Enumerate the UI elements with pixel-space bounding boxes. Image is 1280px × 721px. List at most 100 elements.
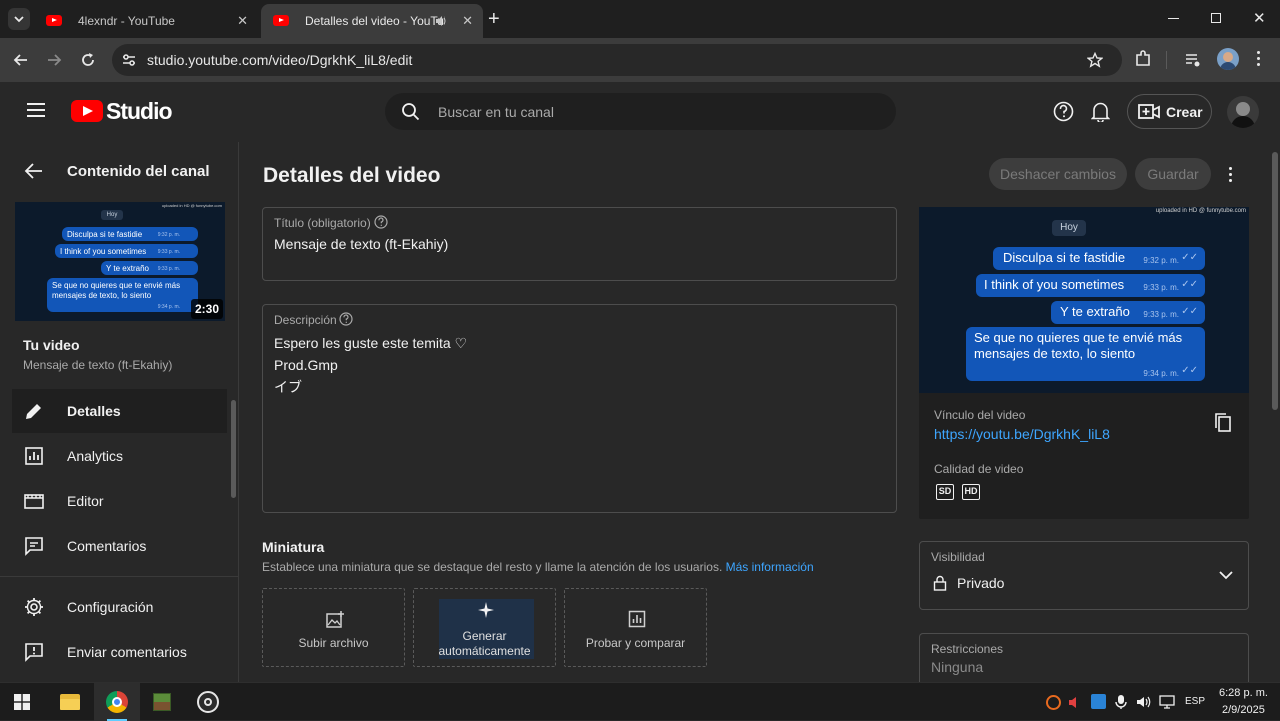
chat-bubble: Y te extraño 9:33 p. m. <box>101 261 198 275</box>
sidebar-video-title: Mensaje de texto (ft-Ekahiy) <box>23 358 173 372</box>
speaker-icon[interactable] <box>435 15 448 27</box>
clock-date[interactable]: 2/9/2025 <box>1222 704 1265 716</box>
analytics-icon <box>25 447 43 465</box>
channel-avatar[interactable] <box>1227 96 1259 128</box>
visibility-dropdown[interactable]: Visibilidad Privado <box>919 541 1249 610</box>
studio-logo-text: Studio <box>106 98 173 124</box>
video-link[interactable]: https://youtu.be/DgrkhK_liL8 <box>934 426 1110 442</box>
more-info-link[interactable]: Más información <box>726 560 814 574</box>
main-scrollbar[interactable] <box>1272 152 1278 410</box>
windows-start-icon[interactable] <box>14 694 30 710</box>
create-button[interactable]: Crear <box>1127 94 1212 129</box>
speaker-muted-icon[interactable] <box>1068 696 1081 709</box>
duration-badge: 2:30 <box>190 299 223 319</box>
close-icon[interactable]: ✕ <box>237 13 248 29</box>
title-input[interactable]: Mensaje de texto (ft-Ekahiy) <box>274 236 448 252</box>
copy-icon[interactable] <box>1214 413 1232 433</box>
more-options-icon[interactable] <box>1229 167 1233 182</box>
video-preview-player[interactable]: uploaded in HD @ funnytube.com Hoy Discu… <box>919 207 1249 393</box>
sidebar-item-enviar-comentarios[interactable]: Enviar comentarios <box>12 630 227 674</box>
youtube-favicon-icon <box>46 15 62 26</box>
help-icon[interactable] <box>1053 101 1074 122</box>
chrome-taskbar-button[interactable] <box>94 683 140 721</box>
new-tab-button[interactable]: + <box>488 8 500 31</box>
sidebar-item-comentarios[interactable]: Comentarios <box>12 524 227 568</box>
auto-generate-option[interactable]: Generar automáticamente <box>413 588 556 667</box>
minecraft-icon[interactable] <box>153 693 171 711</box>
back-arrow-icon[interactable] <box>24 162 44 180</box>
search-input[interactable]: Buscar en tu canal <box>438 104 554 120</box>
browser-tab-studio[interactable]: Detalles del video - YouTub ✕ <box>261 4 483 38</box>
restore-icon[interactable] <box>1211 13 1221 23</box>
browser-tab-youtube[interactable]: 4lexndr - YouTube ✕ <box>34 4 258 38</box>
your-video-label: Tu video <box>23 337 80 353</box>
left-sidebar: Contenido del canal uploaded in HD @ fun… <box>0 142 239 682</box>
reload-icon[interactable] <box>79 51 97 69</box>
undo-changes-button[interactable]: Deshacer cambios <box>989 158 1127 190</box>
language-indicator[interactable]: ESP <box>1185 696 1205 707</box>
channel-search-box[interactable]: Buscar en tu canal <box>385 93 896 130</box>
profile-avatar[interactable] <box>1217 48 1239 70</box>
minimize-icon[interactable] <box>1168 18 1179 19</box>
browser-menu-icon[interactable] <box>1257 51 1261 66</box>
chat-bubble: I think of you sometimes 9:33 p. m. <box>55 244 198 258</box>
pencil-icon <box>26 404 41 419</box>
sidebar-item-analytics[interactable]: Analytics <box>12 434 227 478</box>
description-field[interactable]: Descripción Espero les guste este temita… <box>262 304 897 513</box>
sidebar-divider <box>0 576 239 577</box>
sparkle-icon <box>478 602 494 618</box>
image-upload-icon <box>326 611 344 628</box>
video-quality-label: Calidad de video <box>934 462 1024 476</box>
title-field-label: Título (obligatorio) <box>274 216 371 230</box>
sidebar-scrollbar[interactable] <box>231 400 236 498</box>
tray-app-icon[interactable] <box>1046 695 1061 710</box>
file-explorer-icon[interactable] <box>60 694 80 710</box>
channel-content-title[interactable]: Contenido del canal <box>67 163 210 180</box>
forward-arrow-icon[interactable] <box>45 51 63 69</box>
close-icon[interactable]: ✕ <box>462 13 473 29</box>
address-bar[interactable]: studio.youtube.com/video/DgrkhK_liL8/edi… <box>112 44 1122 76</box>
auto-generate-label: automáticamente <box>438 644 531 658</box>
sd-badge: SD <box>936 484 954 500</box>
tab-search-button[interactable] <box>8 8 30 30</box>
browser-toolbar: studio.youtube.com/video/DgrkhK_liL8/edi… <box>0 38 1280 82</box>
star-icon[interactable] <box>1087 52 1103 68</box>
title-field[interactable]: Título (obligatorio) Mensaje de texto (f… <box>262 207 897 281</box>
network-icon[interactable] <box>1159 695 1175 709</box>
browser-tab-bar: 4lexndr - YouTube ✕ Detalles del video -… <box>0 0 1280 38</box>
close-window-icon[interactable]: ✕ <box>1253 9 1266 27</box>
read-checkmarks-icon: ✓✓ <box>1181 252 1198 263</box>
test-compare-label: Probar y comparar <box>585 636 686 650</box>
volume-icon[interactable] <box>1136 695 1152 709</box>
sidebar-item-detalles[interactable]: Detalles <box>12 389 227 433</box>
extensions-icon[interactable] <box>1134 50 1152 68</box>
read-checkmarks-icon: ✓✓ <box>1181 279 1198 290</box>
save-button[interactable]: Guardar <box>1135 158 1211 190</box>
gear-icon <box>25 598 43 616</box>
restrictions-label: Restricciones <box>931 642 1004 656</box>
sidebar-item-configuracion[interactable]: Configuración <box>12 585 227 629</box>
main-content: Detalles del video Deshacer cambios Guar… <box>240 142 1278 693</box>
chat-bubble: Y te extraño 9:33 p. m. ✓✓ <box>1051 301 1205 324</box>
back-arrow-icon[interactable] <box>12 51 30 69</box>
video-thumbnail[interactable]: uploaded in HD @ funnytube.com Hoy Discu… <box>15 202 225 321</box>
read-checkmarks-icon: ✓✓ <box>1181 365 1198 376</box>
sidebar-item-editor[interactable]: Editor <box>12 479 227 523</box>
tray-blue-app-icon[interactable] <box>1091 694 1106 709</box>
site-settings-icon[interactable] <box>121 52 137 68</box>
notifications-bell-icon[interactable] <box>1091 101 1110 122</box>
microphone-icon[interactable] <box>1115 694 1127 710</box>
help-icon[interactable] <box>339 312 353 326</box>
description-line: Espero les guste este temita ♡ <box>274 335 468 351</box>
chevron-down-icon <box>1219 571 1233 580</box>
media-controls-icon[interactable] <box>1184 51 1202 69</box>
help-icon[interactable] <box>374 215 388 229</box>
hamburger-menu-icon[interactable] <box>26 102 46 118</box>
obs-icon[interactable] <box>197 691 219 713</box>
sidebar-item-label: Analytics <box>67 448 124 464</box>
description-textarea[interactable]: Espero les guste este temita ♡ Prod.Gmp … <box>274 332 467 398</box>
day-badge: Hoy <box>101 210 123 220</box>
upload-file-option[interactable]: Subir archivo <box>262 588 405 667</box>
clock-time[interactable]: 6:28 p. m. <box>1219 687 1268 699</box>
test-compare-option[interactable]: Probar y comparar <box>564 588 707 667</box>
